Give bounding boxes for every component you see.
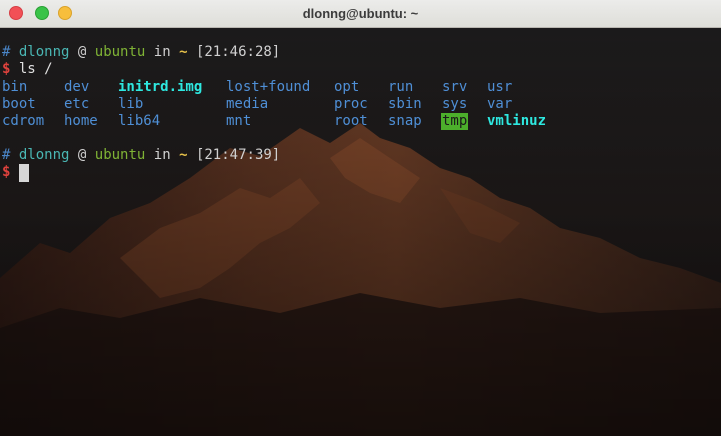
dir-entry: run [388, 79, 414, 95]
dir-entry: cdrom [2, 113, 45, 129]
prompt-dir: ~ [179, 44, 188, 60]
title-bar[interactable]: dlonng@ubuntu: ~ [0, 0, 721, 28]
dir-entry: dev [64, 79, 90, 95]
dir-entry: snap [388, 113, 422, 129]
dir-entry: lost+found [226, 79, 311, 95]
command-text: ls / [18, 61, 53, 77]
command-line-1: $ ls / [2, 61, 53, 78]
dir-entry: home [64, 113, 98, 129]
dir-entry: sbin [388, 96, 422, 112]
prompt-in: in [153, 44, 171, 60]
dir-entry: mnt [226, 113, 252, 129]
prompt-dollar: $ [2, 61, 11, 77]
prompt-in: in [153, 147, 171, 163]
prompt-hash: # [2, 147, 11, 163]
dir-entry: bin [2, 79, 28, 95]
dir-entry: sys [442, 96, 468, 112]
prompt-user: dlonng [18, 44, 70, 60]
prompt-at: @ [77, 44, 87, 60]
dir-entry: root [334, 113, 368, 129]
text-cursor [19, 164, 29, 182]
prompt-time: [21:47:39] [195, 147, 281, 163]
dir-entry: usr [487, 79, 513, 95]
terminal-content[interactable]: # dlonng @ ubuntu in ~ [21:46:28] $ ls /… [0, 28, 721, 436]
dir-entry: var [487, 96, 513, 112]
terminal-window: dlonng@ubuntu: ~ # dlonng @ ubuntu in ~ … [0, 0, 721, 436]
prompt-time: [21:46:28] [195, 44, 281, 60]
dir-entry: lib [118, 96, 144, 112]
dir-entry: media [226, 96, 269, 112]
dir-entry: opt [334, 79, 360, 95]
dir-entry: lib64 [118, 113, 161, 129]
prompt-at: @ [77, 147, 87, 163]
prompt-user: dlonng [18, 147, 70, 163]
prompt-dollar: $ [2, 164, 11, 180]
dir-entry: boot [2, 96, 36, 112]
prompt-hash: # [2, 44, 11, 60]
prompt-dir: ~ [179, 147, 188, 163]
dir-entry: etc [64, 96, 90, 112]
prompt-line-1: # dlonng @ ubuntu in ~ [21:46:28] [2, 44, 280, 61]
dir-entry: srv [442, 79, 468, 95]
window-title: dlonng@ubuntu: ~ [302, 6, 419, 21]
prompt-host: ubuntu [94, 147, 146, 163]
prompt-host: ubuntu [94, 44, 146, 60]
sticky-dir-entry: tmp [441, 113, 469, 130]
link-entry: vmlinuz [487, 113, 547, 129]
link-entry: initrd.img [118, 79, 203, 95]
command-line-2[interactable]: $ [2, 164, 19, 181]
dir-entry: proc [334, 96, 368, 112]
prompt-line-2: # dlonng @ ubuntu in ~ [21:47:39] [2, 147, 280, 164]
